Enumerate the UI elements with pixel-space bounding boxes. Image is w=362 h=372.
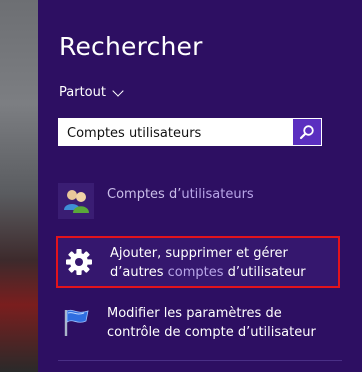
search-input[interactable] [67, 123, 289, 143]
divider [58, 360, 342, 361]
search-scope-dropdown[interactable]: Partout [59, 84, 124, 100]
desktop-background [0, 0, 38, 372]
search-charm-pane: Rechercher Partout Comptes d’utilisateur… [38, 0, 362, 372]
search-button[interactable] [293, 119, 321, 145]
flag-icon [58, 304, 94, 340]
result-label-line1: Ajouter, supprimer et gérer [110, 246, 288, 261]
users-icon [58, 183, 94, 219]
pane-title: Rechercher [59, 32, 203, 61]
result-label-part: Comptes d’ [107, 187, 182, 202]
result-label-part: d’utilisateur [223, 265, 306, 280]
result-label-match: comptes [167, 265, 224, 280]
result-label-line1: Modifier les paramètres de [107, 306, 282, 321]
result-item-controle-compte[interactable]: Modifier les paramètres de contrôle de c… [58, 304, 324, 342]
search-scope-label: Partout [59, 85, 106, 100]
chevron-down-icon [112, 84, 124, 97]
result-label-line2: contrôle de compte d’utilisateur [107, 325, 316, 340]
result-item-comptes-utilisateurs[interactable]: Comptes d’utilisateurs [58, 183, 324, 219]
search-box [58, 118, 322, 146]
result-item-ajouter-supprimer-comptes[interactable]: Ajouter, supprimer et gérer d’autres com… [56, 236, 340, 288]
gear-icon [61, 244, 97, 280]
magnifier-icon [299, 125, 314, 140]
result-label-match: utilisateurs [181, 187, 254, 202]
result-label-part: d’autres [110, 265, 168, 280]
